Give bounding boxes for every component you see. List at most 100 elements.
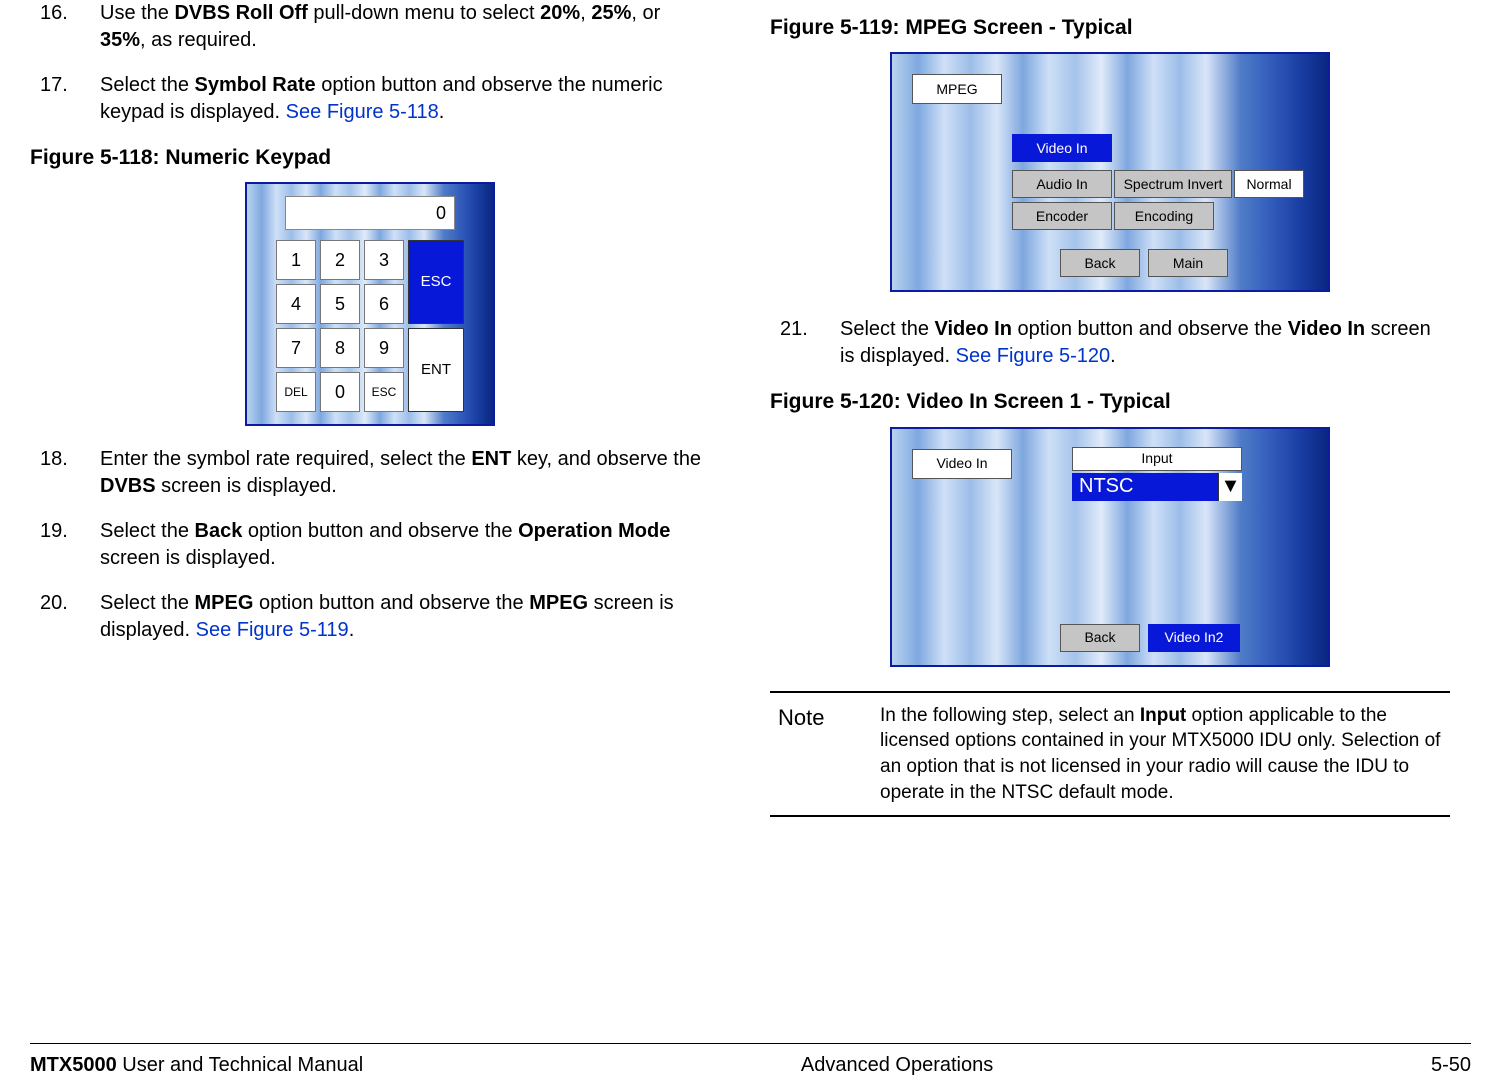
key-1[interactable]: 1 (276, 240, 316, 280)
page-footer: MTX5000 User and Technical Manual Advanc… (30, 1043, 1471, 1077)
footer-right: 5-50 (1431, 1054, 1471, 1077)
text: , as required. (140, 29, 257, 51)
step-number: 21. (770, 316, 840, 370)
video-in-button[interactable]: Video In (1012, 134, 1112, 162)
input-label: Input (1072, 447, 1242, 471)
text: Select the (100, 520, 195, 542)
key-8[interactable]: 8 (320, 328, 360, 368)
bold: 20% (540, 2, 580, 24)
video-in-label: Video In (912, 449, 1012, 479)
bold: DVBS Roll Off (174, 2, 307, 24)
mpeg-panel: MPEG Video In Audio In Spectrum Invert N… (890, 52, 1330, 292)
text: Select the (100, 74, 195, 96)
bold: Operation Mode (518, 520, 670, 542)
bold: MPEG (529, 592, 588, 614)
figure-118: 0 1 2 3 4 5 6 7 8 9 DEL 0 ESC (30, 182, 710, 426)
keypad-display: 0 (285, 196, 455, 230)
key-4[interactable]: 4 (276, 284, 316, 324)
text: Select the (100, 592, 195, 614)
audio-in-button[interactable]: Audio In (1012, 170, 1112, 198)
key-7[interactable]: 7 (276, 328, 316, 368)
figure-119-caption: Figure 5-119: MPEG Screen - Typical (770, 14, 1450, 42)
step-body: Enter the symbol rate required, select t… (100, 446, 710, 500)
key-3[interactable]: 3 (364, 240, 404, 280)
text: key, and observe the (511, 448, 701, 470)
key-del[interactable]: DEL (276, 372, 316, 412)
note-label: Note (770, 703, 880, 806)
text: , or (631, 2, 660, 24)
figure-119: MPEG Video In Audio In Spectrum Invert N… (770, 52, 1450, 292)
key-6[interactable]: 6 (364, 284, 404, 324)
mpeg-label: MPEG (912, 74, 1002, 104)
step-body: Select the Back option button and observ… (100, 518, 710, 572)
step-number: 19. (30, 518, 100, 572)
step-body: Select the Video In option button and ob… (840, 316, 1450, 370)
step-17: 17. Select the Symbol Rate option button… (30, 72, 710, 126)
main-button[interactable]: Main (1148, 249, 1228, 277)
text: option button and observe the (242, 520, 518, 542)
video-in-panel: Video In Input NTSC ▼ Back Video In2 (890, 427, 1330, 667)
text: . (1110, 345, 1116, 367)
back-button[interactable]: Back (1060, 624, 1140, 652)
text: . (439, 101, 445, 123)
text: User and Technical Manual (117, 1054, 363, 1076)
step-body: Select the MPEG option button and observ… (100, 590, 710, 644)
key-9[interactable]: 9 (364, 328, 404, 368)
key-2[interactable]: 2 (320, 240, 360, 280)
text: option button and observe the (253, 592, 529, 614)
step-19: 19. Select the Back option button and ob… (30, 518, 710, 572)
footer-center: Advanced Operations (801, 1054, 993, 1077)
bold: MTX5000 (30, 1054, 117, 1076)
step-20: 20. Select the MPEG option button and ob… (30, 590, 710, 644)
input-dropdown[interactable]: NTSC (1072, 473, 1218, 501)
step-18: 18. Enter the symbol rate required, sele… (30, 446, 710, 500)
xref-link[interactable]: See Figure 5-120 (956, 345, 1111, 367)
normal-value: Normal (1234, 170, 1304, 198)
key-ent-big[interactable]: ENT (408, 328, 464, 412)
bold: Video In (935, 318, 1012, 340)
step-number: 16. (30, 0, 100, 54)
text: screen is displayed. (100, 547, 276, 569)
text: , (580, 2, 591, 24)
step-21: 21. Select the Video In option button an… (770, 316, 1450, 370)
bold: Symbol Rate (195, 74, 316, 96)
back-button[interactable]: Back (1060, 249, 1140, 277)
step-body: Select the Symbol Rate option button and… (100, 72, 710, 126)
note-text: In the following step, select an Input o… (880, 703, 1450, 806)
figure-118-caption: Figure 5-118: Numeric Keypad (30, 144, 710, 172)
bold: DVBS (100, 475, 156, 497)
key-0[interactable]: 0 (320, 372, 360, 412)
step-number: 18. (30, 446, 100, 500)
xref-link[interactable]: See Figure 5-118 (286, 101, 439, 123)
keypad-panel: 0 1 2 3 4 5 6 7 8 9 DEL 0 ESC (245, 182, 495, 426)
key-esc-big[interactable]: ESC (408, 240, 464, 324)
encoding-button[interactable]: Encoding (1114, 202, 1214, 230)
text: . (349, 619, 355, 641)
key-5[interactable]: 5 (320, 284, 360, 324)
text: In the following step, select an (880, 705, 1140, 726)
bold: MPEG (195, 592, 254, 614)
text: option button and observe the (1012, 318, 1288, 340)
spectrum-invert-label: Spectrum Invert (1114, 170, 1232, 198)
figure-120-caption: Figure 5-120: Video In Screen 1 - Typica… (770, 388, 1450, 416)
bold: ENT (471, 448, 511, 470)
video-in2-button[interactable]: Video In2 (1148, 624, 1240, 652)
step-number: 20. (30, 590, 100, 644)
key-esc-small[interactable]: ESC (364, 372, 404, 412)
bold: Input (1140, 705, 1186, 726)
bold: 25% (591, 2, 631, 24)
chevron-down-icon[interactable]: ▼ (1218, 473, 1242, 501)
encoder-button[interactable]: Encoder (1012, 202, 1112, 230)
note-block: Note In the following step, select an In… (770, 691, 1450, 818)
text: Use the (100, 2, 174, 24)
xref-link[interactable]: See Figure 5-119 (196, 619, 349, 641)
step-number: 17. (30, 72, 100, 126)
dropdown-value: NTSC (1079, 473, 1133, 500)
bold: Video In (1288, 318, 1365, 340)
bold: 35% (100, 29, 140, 51)
footer-left: MTX5000 User and Technical Manual (30, 1054, 363, 1077)
text: pull-down menu to select (308, 2, 540, 24)
step-16: 16. Use the DVBS Roll Off pull-down menu… (30, 0, 710, 54)
step-body: Use the DVBS Roll Off pull-down menu to … (100, 0, 710, 54)
bold: Back (195, 520, 243, 542)
